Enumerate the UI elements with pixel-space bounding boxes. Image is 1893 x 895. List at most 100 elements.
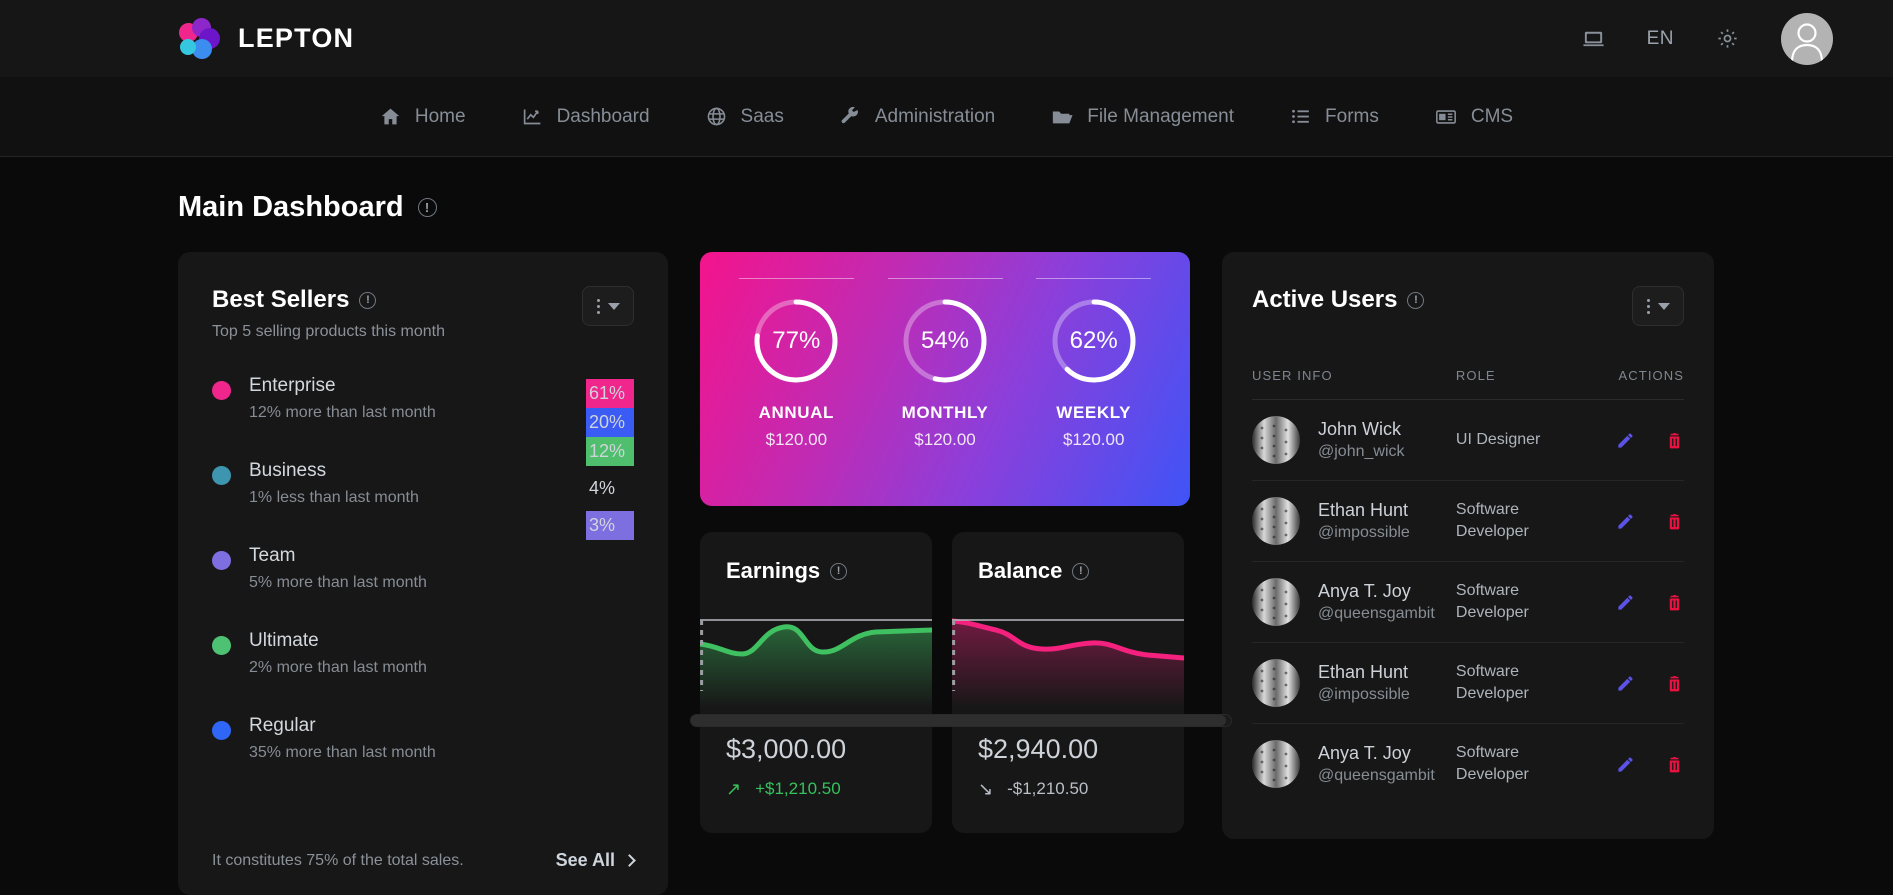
list-item[interactable]: Business 1% less than last month	[212, 460, 586, 507]
avatar	[1252, 740, 1300, 788]
balance-delta-row: ↘ -$1,210.50	[978, 779, 1158, 799]
product-name: Business	[249, 460, 327, 481]
product-delta: 35% more than last month	[249, 744, 436, 761]
user-name: Ethan Hunt	[1318, 662, 1409, 682]
progress-ring: 77%	[750, 295, 842, 387]
pencil-icon[interactable]	[1616, 593, 1635, 612]
monitor-icon[interactable]	[1582, 27, 1605, 50]
trash-icon[interactable]	[1665, 755, 1684, 774]
table-row[interactable]: Anya T. Joy @queensgambit Software Devel…	[1252, 561, 1684, 643]
info-exclamation-icon[interactable]: !	[417, 198, 437, 217]
nav-item-home[interactable]: Home	[352, 106, 494, 128]
trash-icon[interactable]	[1665, 674, 1684, 693]
active-users-table: USER INFO ROLE ACTIONS John Wick @john_w…	[1252, 368, 1684, 804]
user-role: Software Developer	[1455, 663, 1529, 702]
balance-sparkline	[952, 596, 1184, 708]
progress-ring: 62%	[1048, 295, 1140, 387]
earnings-amount: $3,000.00	[726, 734, 847, 764]
nav-label: Saas	[740, 105, 784, 127]
balance-card: Balance ! $2,940.00 ↘ -$1,210.50	[952, 532, 1184, 833]
gear-icon[interactable]	[1716, 27, 1739, 50]
color-dot	[212, 551, 231, 570]
kebab-menu-icon[interactable]	[582, 286, 634, 326]
user-handle: @queensgambit	[1318, 605, 1435, 622]
topbar-actions: EN	[1582, 12, 1833, 65]
info-exclamation-icon[interactable]: !	[830, 562, 848, 580]
kebab-menu-icon[interactable]	[1632, 286, 1684, 326]
active-users-tbody: John Wick @john_wick UI Designer Ethan H…	[1252, 399, 1684, 805]
best-sellers-footer-text: It constitutes 75% of the total sales.	[212, 851, 464, 869]
nav-label: Administration	[874, 105, 996, 127]
product-name: Regular	[249, 715, 316, 736]
earnings-sparkline	[700, 596, 932, 708]
table-row[interactable]: Anya T. Joy @queensgambit Software Devel…	[1252, 724, 1684, 805]
brand-logo[interactable]: LEPTON	[178, 17, 354, 61]
best-sellers-subtitle: Top 5 selling products this month	[212, 323, 446, 340]
nav-item-administration[interactable]: Administration	[812, 106, 1023, 128]
table-row[interactable]: Ethan Hunt @impossible Software Develope…	[1252, 480, 1684, 562]
earnings-title: Earnings	[726, 558, 821, 583]
table-header-row: USER INFO ROLE ACTIONS	[1252, 368, 1684, 400]
see-all-link[interactable]: See All	[556, 850, 636, 871]
nav-item-forms[interactable]: Forms	[1262, 106, 1407, 128]
ring-label: MONTHLY	[901, 403, 989, 422]
role-cell: UI Designer	[1455, 399, 1579, 481]
nav-item-cms[interactable]: CMS	[1407, 106, 1541, 128]
nav-item-dashboard[interactable]: Dashboard	[494, 106, 678, 128]
nav-label: CMS	[1470, 105, 1514, 127]
info-exclamation-icon[interactable]: !	[1407, 291, 1425, 309]
user-avatar-icon[interactable]	[1781, 12, 1833, 65]
wrench-icon	[840, 106, 861, 127]
actions-cell	[1578, 399, 1684, 481]
subscription-stats-card: 77% ANNUAL $120.00 54% MONTHLY $120.00 6…	[700, 252, 1190, 506]
percent-badge: 3%	[586, 511, 634, 540]
nav-item-file-management[interactable]: File Management	[1023, 106, 1262, 128]
column-role: ROLE	[1455, 368, 1579, 400]
nav-label: File Management	[1087, 105, 1235, 127]
pencil-icon[interactable]	[1616, 512, 1635, 531]
list-item[interactable]: Ultimate 2% more than last month	[212, 630, 586, 677]
active-users-header: Active Users !	[1252, 286, 1684, 326]
page-title-row: Main Dashboard !	[178, 191, 1833, 224]
user-info-cell: Anya T. Joy @queensgambit	[1252, 724, 1456, 805]
language-selector[interactable]: EN	[1647, 28, 1674, 50]
info-exclamation-icon[interactable]: !	[359, 291, 377, 309]
chevron-down-icon	[1657, 302, 1670, 310]
info-exclamation-icon[interactable]: !	[1072, 562, 1090, 580]
user-name: Ethan Hunt	[1318, 500, 1409, 520]
trash-icon[interactable]	[1665, 431, 1684, 450]
scrollbar-thumb[interactable]	[691, 715, 1226, 726]
user-role: Software Developer	[1455, 501, 1529, 540]
pencil-icon[interactable]	[1616, 674, 1635, 693]
pencil-icon[interactable]	[1616, 755, 1635, 774]
table-row[interactable]: John Wick @john_wick UI Designer	[1252, 399, 1684, 481]
user-name: Anya T. Joy	[1318, 743, 1411, 763]
newspaper-icon	[1435, 106, 1457, 128]
list-item[interactable]: Regular 35% more than last month	[212, 715, 586, 762]
horizontal-scrollbar[interactable]	[690, 714, 1232, 727]
pencil-icon[interactable]	[1616, 431, 1635, 450]
nav-item-saas[interactable]: Saas	[678, 106, 812, 128]
best-sellers-header: Best Sellers ! Top 5 selling products th…	[212, 286, 634, 341]
kebab-dots	[596, 298, 600, 314]
arrow-up-right-icon: ↗	[726, 779, 742, 799]
chevron-right-icon	[623, 854, 636, 867]
avatar	[1252, 416, 1300, 464]
list-item[interactable]: Team 5% more than last month	[212, 545, 586, 592]
product-delta: 5% more than last month	[249, 574, 427, 591]
product-name: Ultimate	[249, 630, 319, 651]
trash-icon[interactable]	[1665, 512, 1684, 531]
role-cell: Software Developer	[1455, 561, 1579, 643]
ring-percent: 77%	[772, 327, 821, 354]
balance-delta: -$1,210.50	[1007, 779, 1089, 798]
avatar	[1252, 578, 1300, 626]
list-item[interactable]: Enterprise 12% more than last month	[212, 375, 586, 422]
percent-badge: 61%	[586, 379, 634, 408]
chevron-down-icon	[607, 302, 620, 310]
stat-ring-weekly: 62% WEEKLY $120.00	[1019, 278, 1168, 488]
user-info-cell: Anya T. Joy @queensgambit	[1252, 561, 1456, 643]
actions-cell	[1579, 724, 1684, 805]
trash-icon[interactable]	[1665, 593, 1684, 612]
product-name: Team	[249, 545, 296, 566]
table-row[interactable]: Ethan Hunt @impossible Software Develope…	[1252, 642, 1684, 724]
